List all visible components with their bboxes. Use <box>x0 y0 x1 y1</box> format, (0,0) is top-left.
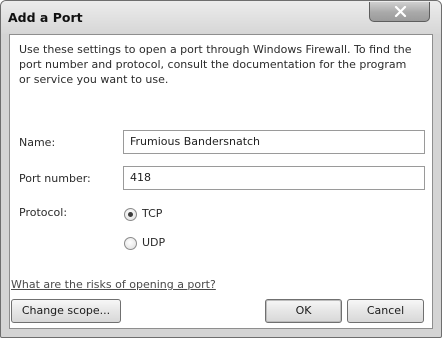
tcp-radio-label[interactable]: TCP <box>142 207 162 220</box>
ok-button[interactable]: OK <box>265 299 342 323</box>
dialog-content: Use these settings to open a port throug… <box>9 34 433 329</box>
description-text: Use these settings to open a port throug… <box>19 43 412 86</box>
close-x-icon <box>394 6 407 17</box>
change-scope-button[interactable]: Change scope... <box>11 299 121 323</box>
radio-selected-dot <box>128 212 133 217</box>
cancel-button[interactable]: Cancel <box>347 299 424 323</box>
name-input[interactable]: Frumious Bandersnatch <box>123 130 425 154</box>
name-label: Name: <box>19 136 56 149</box>
port-number-input[interactable]: 418 <box>123 166 425 190</box>
dialog-title: Add a Port <box>8 10 83 25</box>
protocol-label: Protocol: <box>19 206 68 219</box>
udp-radio-label[interactable]: UDP <box>142 236 165 249</box>
close-button[interactable] <box>369 2 430 22</box>
add-port-dialog: Add a Port Use these settings to open a … <box>0 0 442 338</box>
title-bar[interactable]: Add a Port <box>1 1 441 34</box>
udp-radio[interactable] <box>124 237 137 250</box>
risks-help-link[interactable]: What are the risks of opening a port? <box>11 278 216 291</box>
port-number-label: Port number: <box>19 172 91 185</box>
tcp-radio[interactable] <box>124 208 137 221</box>
